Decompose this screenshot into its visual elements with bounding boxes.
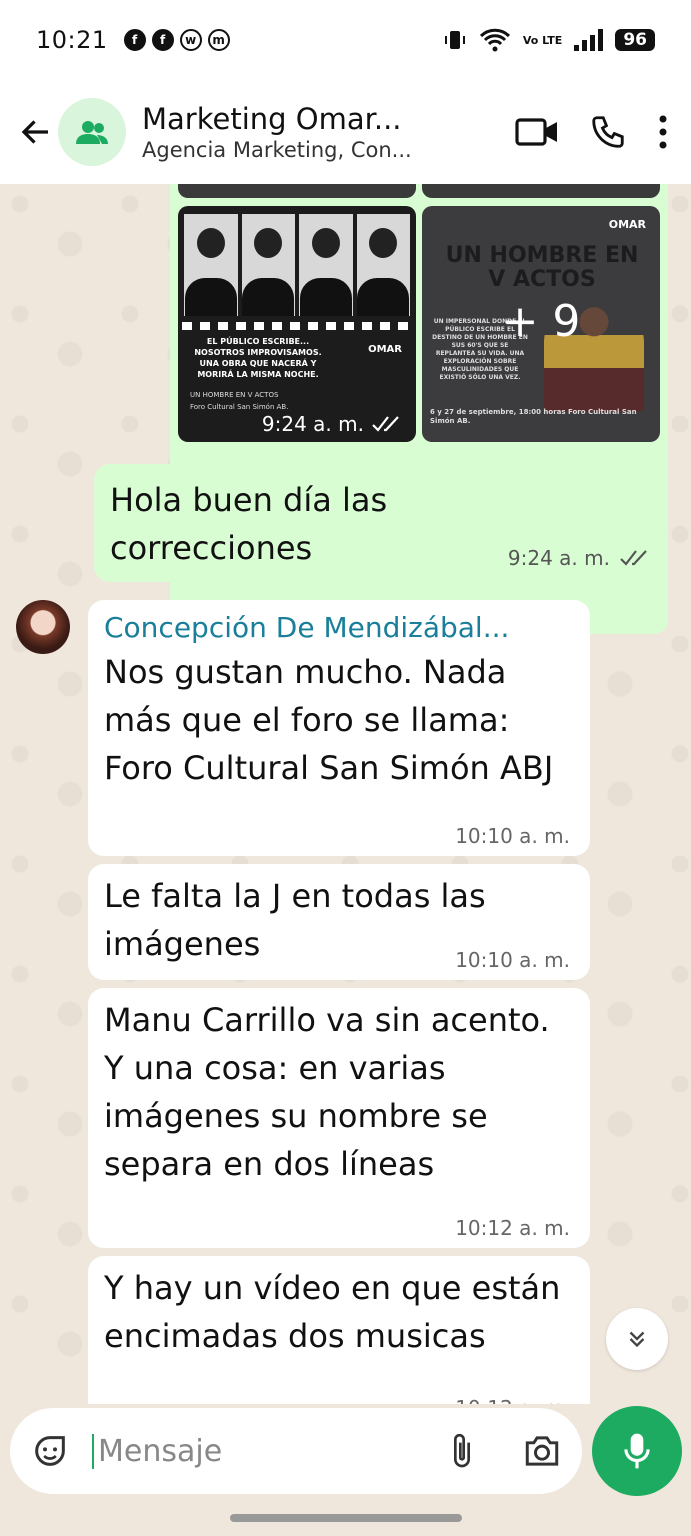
sender-avatar[interactable] — [16, 600, 70, 654]
poster-title: UN HOMBRE EN V ACTOS — [190, 391, 279, 399]
status-bar: 10:21 f f w m Vo LTE 96 — [0, 0, 691, 80]
cast-photo — [184, 214, 238, 316]
header-actions — [515, 113, 669, 151]
outgoing-message[interactable]: Hola buen día las correcciones 9:24 a. m… — [94, 464, 668, 582]
cast-photo — [356, 214, 410, 316]
double-check-icon — [620, 550, 647, 566]
mic-icon — [624, 1433, 650, 1469]
message-meta: 9:24 a. m. — [508, 546, 650, 570]
camera-icon[interactable] — [522, 1433, 562, 1469]
battery-indicator: 96 — [615, 29, 655, 51]
film-strip-decoration — [182, 322, 412, 330]
attach-icon[interactable] — [448, 1431, 476, 1471]
message-time: 9:24 a. m. — [507, 546, 610, 570]
chat-messages[interactable]: EL PÚBLICO ESCRIBE... NOSOTROS IMPROVISA… — [0, 184, 691, 1404]
incoming-message[interactable]: Concepción De Mendizábal... Nos gustan m… — [88, 600, 590, 856]
message-meta: 9:24 a. m. — [262, 412, 402, 436]
more-media-count: + 9 — [501, 296, 581, 347]
message-text: Hola buen día las correcciones — [110, 481, 388, 567]
chat-info[interactable]: Marketing Omar... Agencia Marketing, Con… — [142, 102, 432, 162]
message-meta: 10:12 a. m. — [455, 1396, 570, 1404]
double-check-icon — [372, 416, 399, 432]
message-text: Y hay un vídeo en que están encimadas do… — [104, 1269, 561, 1355]
sender-name[interactable]: Concepción De Mendizábal... — [104, 608, 572, 648]
poster-logo: OMAR — [608, 218, 646, 231]
more-options-button[interactable] — [657, 114, 669, 150]
chat-title: Marketing Omar... — [142, 102, 402, 136]
whatsapp-icon: w — [179, 29, 202, 51]
back-button[interactable] — [6, 102, 66, 162]
gesture-nav-bar[interactable] — [230, 1514, 462, 1522]
message-time: 10:12 a. m. — [455, 1216, 570, 1240]
group-icon — [76, 121, 108, 144]
voice-message-button[interactable] — [592, 1406, 682, 1496]
message-meta: 10:10 a. m. — [455, 824, 570, 848]
chat-header: Marketing Omar... Agencia Marketing, Con… — [0, 80, 691, 184]
incoming-message[interactable]: Manu Carrillo va sin acento. Y una cosa:… — [88, 988, 590, 1248]
status-notification-icons: f f w m — [123, 29, 230, 51]
group-avatar[interactable] — [58, 98, 126, 166]
message-time: 10:12 a. m. — [455, 1396, 570, 1404]
signal-icon — [574, 29, 604, 51]
more-vert-icon — [659, 115, 667, 149]
message-text: Nos gustan mucho. Nada más que el foro s… — [104, 653, 554, 787]
messenger-icon: m — [207, 29, 230, 51]
poster-footer: 6 y 27 de septiembre, 18:00 horas Foro C… — [430, 408, 637, 425]
message-time: 9:24 a. m. — [261, 412, 364, 436]
sticker-icon[interactable] — [30, 1431, 70, 1471]
back-arrow-icon — [21, 120, 48, 144]
status-time: 10:21 — [36, 26, 108, 54]
media-tile[interactable]: EL PÚBLICO ESCRIBE... NOSOTROS IMPROVISA… — [178, 206, 416, 442]
composer-actions — [448, 1431, 562, 1471]
scroll-to-bottom-button[interactable] — [606, 1308, 668, 1370]
message-input[interactable] — [92, 1433, 392, 1469]
wifi-icon — [479, 28, 510, 52]
incoming-message[interactable]: Le falta la J en todas las imágenes 10:1… — [88, 864, 590, 980]
status-right: Vo LTE 96 — [443, 27, 655, 53]
double-chevron-down-icon — [629, 1331, 645, 1348]
poster-logo: OMAR — [368, 344, 402, 355]
volte-indicator: Vo LTE — [522, 33, 563, 47]
message-meta: 10:10 a. m. — [455, 948, 570, 972]
media-tile-previous[interactable] — [422, 184, 660, 198]
message-time: 10:10 a. m. — [455, 824, 570, 848]
video-call-button[interactable] — [515, 116, 559, 148]
video-call-icon — [515, 118, 557, 146]
poster-tagline: EL PÚBLICO ESCRIBE... NOSOTROS IMPROVISA… — [194, 337, 322, 379]
chat-subtitle: Agencia Marketing, Con... — [142, 138, 412, 162]
message-composer — [10, 1408, 582, 1494]
cast-photo — [241, 214, 295, 316]
message-time: 10:10 a. m. — [455, 948, 570, 972]
message-meta: 10:12 a. m. — [455, 1216, 570, 1240]
poster-venue: Foro Cultural San Simón AB. — [190, 403, 289, 411]
incoming-message[interactable]: Y hay un vídeo en que están encimadas do… — [88, 1256, 590, 1404]
media-tile-previous[interactable] — [178, 184, 416, 198]
vibrate-icon — [444, 31, 465, 49]
cast-photo — [299, 214, 353, 316]
facebook-icon: f — [151, 29, 174, 51]
message-text: Manu Carrillo va sin acento. Y una cosa:… — [104, 1001, 550, 1183]
media-tile-more[interactable]: OMAR UN HOMBRE EN V ACTOS UN IMPERSONAL … — [422, 206, 660, 442]
voice-call-button[interactable] — [589, 113, 627, 151]
poster-title: UN HOMBRE EN V ACTOS — [445, 243, 639, 292]
poster-photos — [178, 206, 416, 316]
phone-icon — [592, 116, 624, 148]
facebook-icon: f — [123, 29, 146, 51]
